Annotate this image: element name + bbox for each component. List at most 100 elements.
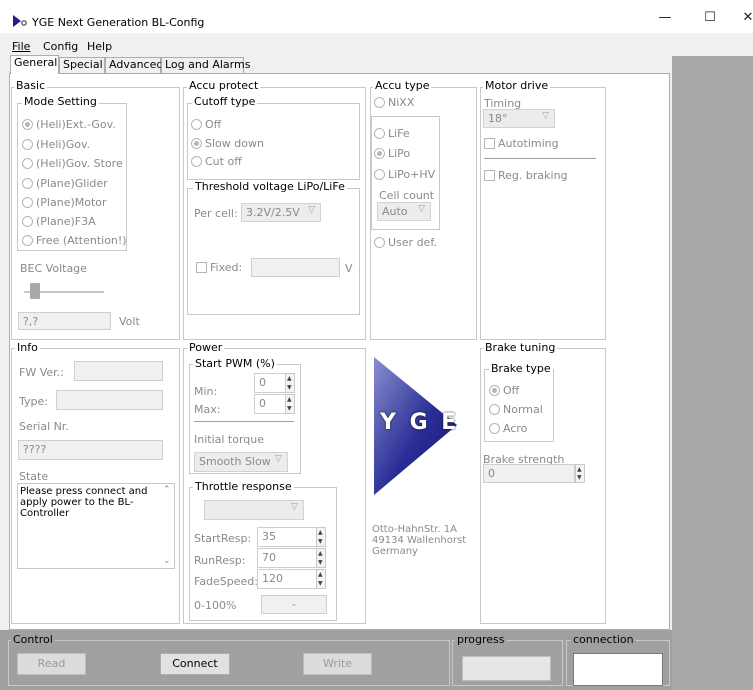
tab-log-and-alarms[interactable]: Log and Alarms xyxy=(161,57,250,73)
accu-protect-title: Accu protect xyxy=(187,79,261,92)
scroll-down-icon[interactable]: ⌄ xyxy=(163,556,171,566)
mode-radio-free[interactable] xyxy=(22,235,33,246)
timing-value: 18° xyxy=(488,112,508,125)
pwm-separator xyxy=(194,421,294,422)
pwm-max-field[interactable]: 0 xyxy=(254,394,286,414)
range-label: 0-100% xyxy=(194,599,237,612)
spin-down-icon: ▼ xyxy=(318,559,323,566)
minimize-button[interactable]: — xyxy=(655,10,675,30)
spin-up-icon: ▲ xyxy=(287,396,292,403)
tab-general[interactable]: General xyxy=(10,55,59,74)
throttle-response-combo[interactable]: ▽ xyxy=(204,500,304,520)
read-button[interactable]: Read xyxy=(17,653,86,675)
control-title: Control xyxy=(11,633,55,646)
fixed-checkbox[interactable] xyxy=(196,262,207,273)
brake-strength-spinner[interactable]: ▲ ▼ xyxy=(575,464,585,483)
bec-voltage-slider-thumb[interactable] xyxy=(30,283,40,299)
address-line-2: 49134 Wallenhorst xyxy=(372,535,467,546)
tab-special[interactable]: Special xyxy=(59,57,105,73)
type-field[interactable] xyxy=(56,390,163,410)
address-line-1: Otto-HahnStr. 1A xyxy=(372,524,457,535)
brake-radio-acro[interactable] xyxy=(489,423,500,434)
initial-torque-value: Smooth Slow xyxy=(199,455,271,468)
reg-braking-checkbox[interactable] xyxy=(484,170,495,181)
accu-label-nixx: NiXX xyxy=(388,96,415,109)
accu-label-life: LiFe xyxy=(388,127,410,140)
mode-label-free: Free (Attention!) xyxy=(36,234,127,247)
mode-radio-heli-gov-store[interactable] xyxy=(22,158,33,169)
cutoff-type-title: Cutoff type xyxy=(192,95,258,108)
mode-radio-heli-ext-gov[interactable] xyxy=(22,119,33,130)
pwm-min-spinner[interactable]: ▲ ▼ xyxy=(285,373,295,393)
fade-speed-spinner[interactable]: ▲ ▼ xyxy=(316,569,326,589)
spin-down-icon: ▼ xyxy=(318,580,323,587)
initial-torque-label: Initial torque xyxy=(194,433,265,446)
menu-config[interactable]: Config xyxy=(43,40,78,53)
accu-radio-user-def[interactable] xyxy=(374,237,385,248)
scroll-up-icon[interactable]: ⌃ xyxy=(163,485,171,495)
start-resp-spinner[interactable]: ▲ ▼ xyxy=(316,527,326,547)
timing-combo[interactable]: 18° ▽ xyxy=(483,109,555,128)
write-button[interactable]: Write xyxy=(303,653,372,675)
brake-radio-normal[interactable] xyxy=(489,404,500,415)
mode-radio-plane-glider[interactable] xyxy=(22,178,33,189)
accu-radio-lipo[interactable] xyxy=(374,148,385,159)
cutoff-radio-cut-off[interactable] xyxy=(191,156,202,167)
window-title: YGE Next Generation BL-Config xyxy=(32,16,205,29)
bec-voltage-field[interactable]: ?,? xyxy=(18,312,111,330)
pwm-min-field[interactable]: 0 xyxy=(254,373,286,393)
chevron-down-icon: ▽ xyxy=(308,205,315,215)
chevron-down-icon: ▽ xyxy=(542,111,549,121)
fixed-voltage-field[interactable] xyxy=(251,258,340,277)
maximize-button[interactable]: ☐ xyxy=(700,10,720,30)
brake-tuning-title: Brake tuning xyxy=(483,341,558,354)
pwm-max-spinner[interactable]: ▲ ▼ xyxy=(285,394,295,414)
connect-button[interactable]: Connect xyxy=(160,653,230,675)
brake-radio-off[interactable] xyxy=(489,385,500,396)
mode-radio-heli-gov[interactable] xyxy=(22,139,33,150)
cell-count-label: Cell count xyxy=(379,189,435,202)
spin-up-icon: ▲ xyxy=(318,550,323,557)
mode-setting-title: Mode Setting xyxy=(22,95,99,108)
menu-help[interactable]: Help xyxy=(87,40,112,53)
fade-speed-field[interactable]: 120 xyxy=(257,569,317,589)
mode-label-plane-motor: (Plane)Motor xyxy=(36,196,107,209)
accu-radio-nixx[interactable] xyxy=(374,97,385,108)
accu-radio-lipo-hv[interactable] xyxy=(374,169,385,180)
autotiming-checkbox[interactable] xyxy=(484,138,495,149)
threshold-voltage-title: Threshold voltage LiPo/LiFe xyxy=(193,180,347,193)
menu-file[interactable]: File xyxy=(12,40,30,53)
pwm-min-label: Min: xyxy=(194,385,218,398)
address-line-3: Germany xyxy=(372,546,418,557)
spin-up-icon: ▲ xyxy=(577,466,582,473)
chevron-down-icon: ▽ xyxy=(291,502,298,512)
mode-radio-plane-f3a[interactable] xyxy=(22,216,33,227)
range-field[interactable]: - xyxy=(261,595,327,614)
cutoff-radio-slow-down[interactable] xyxy=(191,138,202,149)
per-cell-combo[interactable]: 3.2V/2.5V ▽ xyxy=(241,203,321,222)
type-label: Type: xyxy=(19,395,48,408)
close-button[interactable]: ✕ xyxy=(738,10,753,30)
run-resp-field[interactable]: 70 xyxy=(257,548,317,568)
run-resp-spinner[interactable]: ▲ ▼ xyxy=(316,548,326,568)
mode-radio-plane-motor[interactable] xyxy=(22,197,33,208)
progress-title: progress xyxy=(455,633,507,646)
accu-radio-life[interactable] xyxy=(374,128,385,139)
fw-version-field[interactable] xyxy=(74,361,163,381)
brake-label-normal: Normal xyxy=(503,403,543,416)
serial-number-label: Serial Nr. xyxy=(19,420,69,433)
cell-count-combo[interactable]: Auto ▽ xyxy=(377,202,431,221)
menu-file-label: File xyxy=(12,40,31,53)
brake-strength-field[interactable]: 0 xyxy=(483,464,575,483)
menu-help-label: Help xyxy=(87,40,113,53)
cutoff-radio-off[interactable] xyxy=(191,119,202,130)
start-resp-field[interactable]: 35 xyxy=(257,527,317,547)
spin-up-icon: ▲ xyxy=(318,529,323,536)
motor-drive-separator xyxy=(484,158,596,159)
state-textarea[interactable]: Please press connect and apply power to … xyxy=(17,483,175,569)
fw-version-label: FW Ver.: xyxy=(19,366,64,379)
initial-torque-combo[interactable]: Smooth Slow ▽ xyxy=(194,452,288,472)
tab-advanced[interactable]: Advanced xyxy=(105,57,163,73)
serial-number-field[interactable]: ???? xyxy=(18,440,163,460)
menu-config-label: Config xyxy=(43,40,79,53)
